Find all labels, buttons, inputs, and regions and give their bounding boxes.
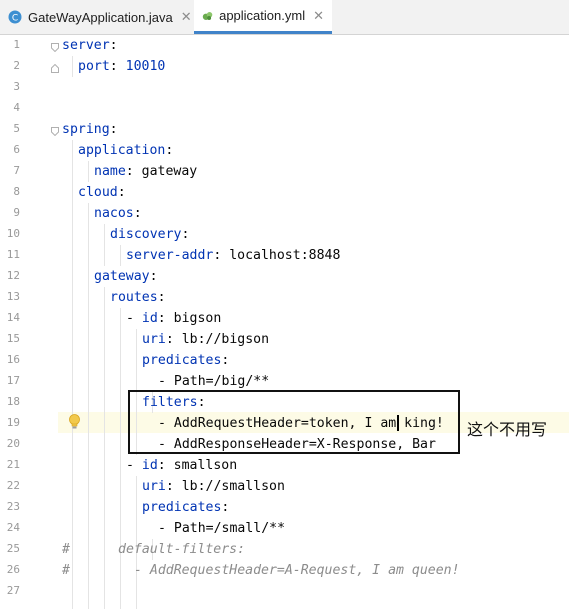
line-number: 5 [13, 122, 20, 135]
line-number: 16 [6, 353, 20, 366]
indent-guide [72, 140, 73, 609]
tab-application-yml[interactable]: application.yml ✕ [194, 0, 332, 34]
line-number: 15 [6, 332, 20, 345]
line-number: 25 [6, 542, 20, 555]
line-number: 8 [13, 185, 20, 198]
close-tab-icon[interactable]: ✕ [181, 9, 192, 25]
code-line: server-addr: localhost:8848 [126, 248, 341, 263]
line-number: 10 [6, 227, 20, 240]
code-line: # [62, 563, 70, 578]
code-line: spring: [62, 122, 118, 137]
line-number: 19 [6, 416, 20, 429]
annotation-box [128, 390, 460, 454]
code-line: - id: smallson [126, 458, 238, 473]
indent-guide [88, 161, 89, 182]
yaml-file-icon [202, 11, 213, 20]
code-line: predicates: [142, 353, 230, 368]
line-number: 12 [6, 269, 20, 282]
code-line: nacos: [94, 206, 142, 221]
tab-label: application.yml [219, 8, 306, 23]
code-editor[interactable]: server: port: 10010 spring: application:… [58, 35, 569, 609]
code-line: - id: bigson [126, 311, 222, 326]
lightbulb-icon[interactable] [69, 414, 80, 430]
line-number: 23 [6, 500, 20, 513]
code-line: routes: [110, 290, 166, 305]
code-line: # [62, 542, 70, 557]
line-number: 20 [6, 437, 20, 450]
indent-guide [72, 56, 73, 77]
line-number: 13 [6, 290, 20, 303]
code-line: server: [62, 38, 118, 53]
indent-guide [120, 308, 121, 609]
svg-text:C: C [12, 14, 18, 24]
code-line: discovery: [110, 227, 190, 242]
line-number: 22 [6, 479, 20, 492]
line-number: 3 [13, 80, 20, 93]
indent-guide [104, 287, 105, 609]
code-line: uri: lb://smallson [142, 479, 285, 494]
line-number: 9 [13, 206, 20, 219]
line-number: 7 [13, 164, 20, 177]
code-line: application: [78, 143, 174, 158]
code-line: cloud: [78, 185, 126, 200]
line-number: 21 [6, 458, 20, 471]
line-number: 11 [6, 248, 20, 261]
indent-guide [104, 224, 105, 266]
line-number: 17 [6, 374, 20, 387]
code-line: predicates: [142, 500, 230, 515]
line-number: 26 [6, 563, 20, 576]
line-number: 27 [6, 584, 20, 597]
code-line: - Path=/big/** [158, 374, 270, 389]
code-line: gateway: [94, 269, 158, 284]
code-comment: - AddRequestHeader=A-Request, I am queen… [134, 563, 460, 578]
code-line: uri: lb://bigson [142, 332, 270, 347]
line-number: 1 [13, 38, 20, 51]
line-number: 24 [6, 521, 20, 534]
line-number-gutter: 1 2 3 4 5 6 7 8 9 10 11 12 13 14 15 16 1… [0, 35, 59, 609]
code-line: name: gateway [94, 164, 198, 179]
line-number: 6 [13, 143, 20, 156]
code-line: - Path=/small/** [158, 521, 286, 536]
close-tab-icon[interactable]: ✕ [313, 8, 324, 24]
line-number: 2 [13, 59, 20, 72]
tab-gatewayapplication-java[interactable]: C GateWayApplication.java ✕ [8, 0, 192, 34]
line-number: 18 [6, 395, 20, 408]
line-number: 14 [6, 311, 20, 324]
editor-tab-bar: C GateWayApplication.java ✕ application.… [0, 0, 569, 35]
code-line: port: 10010 [78, 59, 166, 74]
indent-guide [120, 245, 121, 266]
tab-label: GateWayApplication.java [28, 9, 173, 25]
java-class-icon: C [8, 10, 22, 24]
line-number: 4 [13, 101, 20, 114]
annotation-text: 这个不用写 [467, 420, 548, 439]
code-comment: default-filters: [118, 542, 246, 557]
indent-guide [88, 203, 89, 609]
